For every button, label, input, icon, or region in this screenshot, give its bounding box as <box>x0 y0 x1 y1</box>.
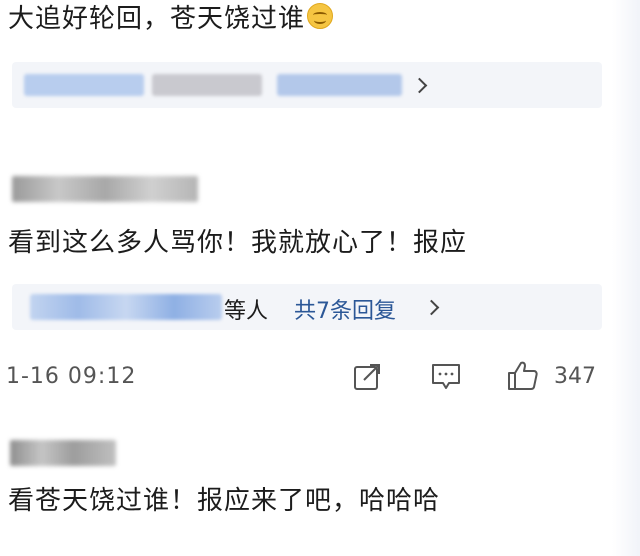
blurred-reply-count <box>277 74 402 96</box>
comment-1-body: 大追好轮回，苍天饶过谁 <box>8 4 306 34</box>
comment-icon[interactable] <box>430 362 462 392</box>
comment-3-text: 看苍天饶过谁！报应来了吧，哈哈哈 <box>8 486 441 516</box>
replier-suffix: 等人 <box>224 299 269 324</box>
comment-2-text: 看到这么多人骂你！我就放心了！报应 <box>8 228 468 258</box>
like-count: 347 <box>554 364 596 389</box>
smile-emoji-icon <box>307 3 334 29</box>
chevron-right-icon <box>423 299 440 316</box>
blurred-replier-names-tail <box>152 74 262 96</box>
comment-1-text: 大追好轮回，苍天饶过谁 <box>8 0 334 35</box>
screenshot-edge <box>612 0 640 556</box>
blurred-replier-names <box>30 294 222 320</box>
comment-2-username[interactable] <box>12 176 198 202</box>
comment-3-username[interactable] <box>10 440 116 466</box>
comment-feed: 大追好轮回，苍天饶过谁 看到这么多人骂你！我就放心了！报应 等人 共7条回复 1… <box>0 0 640 556</box>
comment-2-timestamp: 1-16 09:12 <box>6 364 137 389</box>
comment-1-reply-summary[interactable] <box>12 62 602 108</box>
comment-2-reply-summary[interactable]: 等人 共7条回复 <box>12 284 602 330</box>
share-icon[interactable] <box>352 362 382 392</box>
thumbs-up-icon[interactable] <box>506 360 540 392</box>
blurred-replier-names <box>24 74 144 96</box>
reply-count-link[interactable]: 共7条回复 <box>294 293 396 325</box>
chevron-right-icon <box>411 77 428 94</box>
